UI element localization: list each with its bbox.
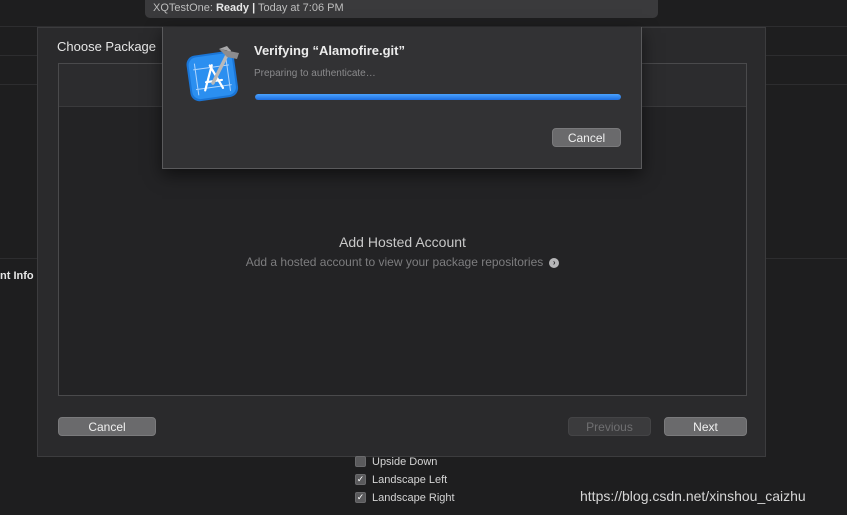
checkbox-label: Upside Down — [372, 456, 438, 468]
section-label: nt Info — [0, 270, 34, 282]
empty-state-title: Add Hosted Account — [339, 234, 466, 250]
checkbox-label: Landscape Right — [372, 492, 455, 504]
activity-status-bar: XQTestOne: Ready | Today at 7:06 PM — [145, 0, 658, 18]
next-button[interactable]: Next — [664, 417, 747, 436]
dialog-cancel-button[interactable]: Cancel — [552, 128, 621, 147]
dialog-message: Preparing to authenticate… — [254, 68, 376, 79]
checkbox-box[interactable]: ✓ — [355, 491, 366, 503]
checkbox-label: Landscape Left — [372, 474, 448, 486]
checkbox-box[interactable] — [355, 455, 366, 467]
progress-bar — [255, 94, 621, 100]
empty-state-subtitle: Add a hosted account to view your packag… — [245, 255, 544, 269]
project-name: XQTestOne: — [153, 2, 213, 14]
status-time: Today at 7:06 PM — [258, 2, 344, 14]
checkbox-upside-down[interactable]: Upside Down — [355, 455, 438, 470]
xcode-app-icon — [183, 43, 245, 105]
checkbox-landscape-right[interactable]: ✓ Landscape Right — [355, 491, 455, 506]
previous-button[interactable]: Previous — [568, 417, 651, 436]
build-status: Ready — [215, 2, 250, 14]
verifying-dialog: Verifying “Alamofire.git” Preparing to a… — [162, 27, 642, 169]
dialog-title: Verifying “Alamofire.git” — [254, 43, 405, 58]
checkbox-box[interactable]: ✓ — [355, 473, 366, 485]
cancel-button[interactable]: Cancel — [58, 417, 156, 436]
watermark-text: https://blog.csdn.net/xinshou_caizhu — [580, 488, 806, 504]
add-hosted-account-link[interactable]: Add a hosted account to view your packag… — [59, 255, 746, 269]
progress-fill — [255, 94, 621, 100]
status-separator: | — [252, 2, 256, 14]
arrow-right-circle-icon[interactable]: › — [549, 257, 560, 268]
checkbox-landscape-left[interactable]: ✓ Landscape Left — [355, 473, 448, 488]
sheet-title: Choose Package — [57, 39, 157, 54]
